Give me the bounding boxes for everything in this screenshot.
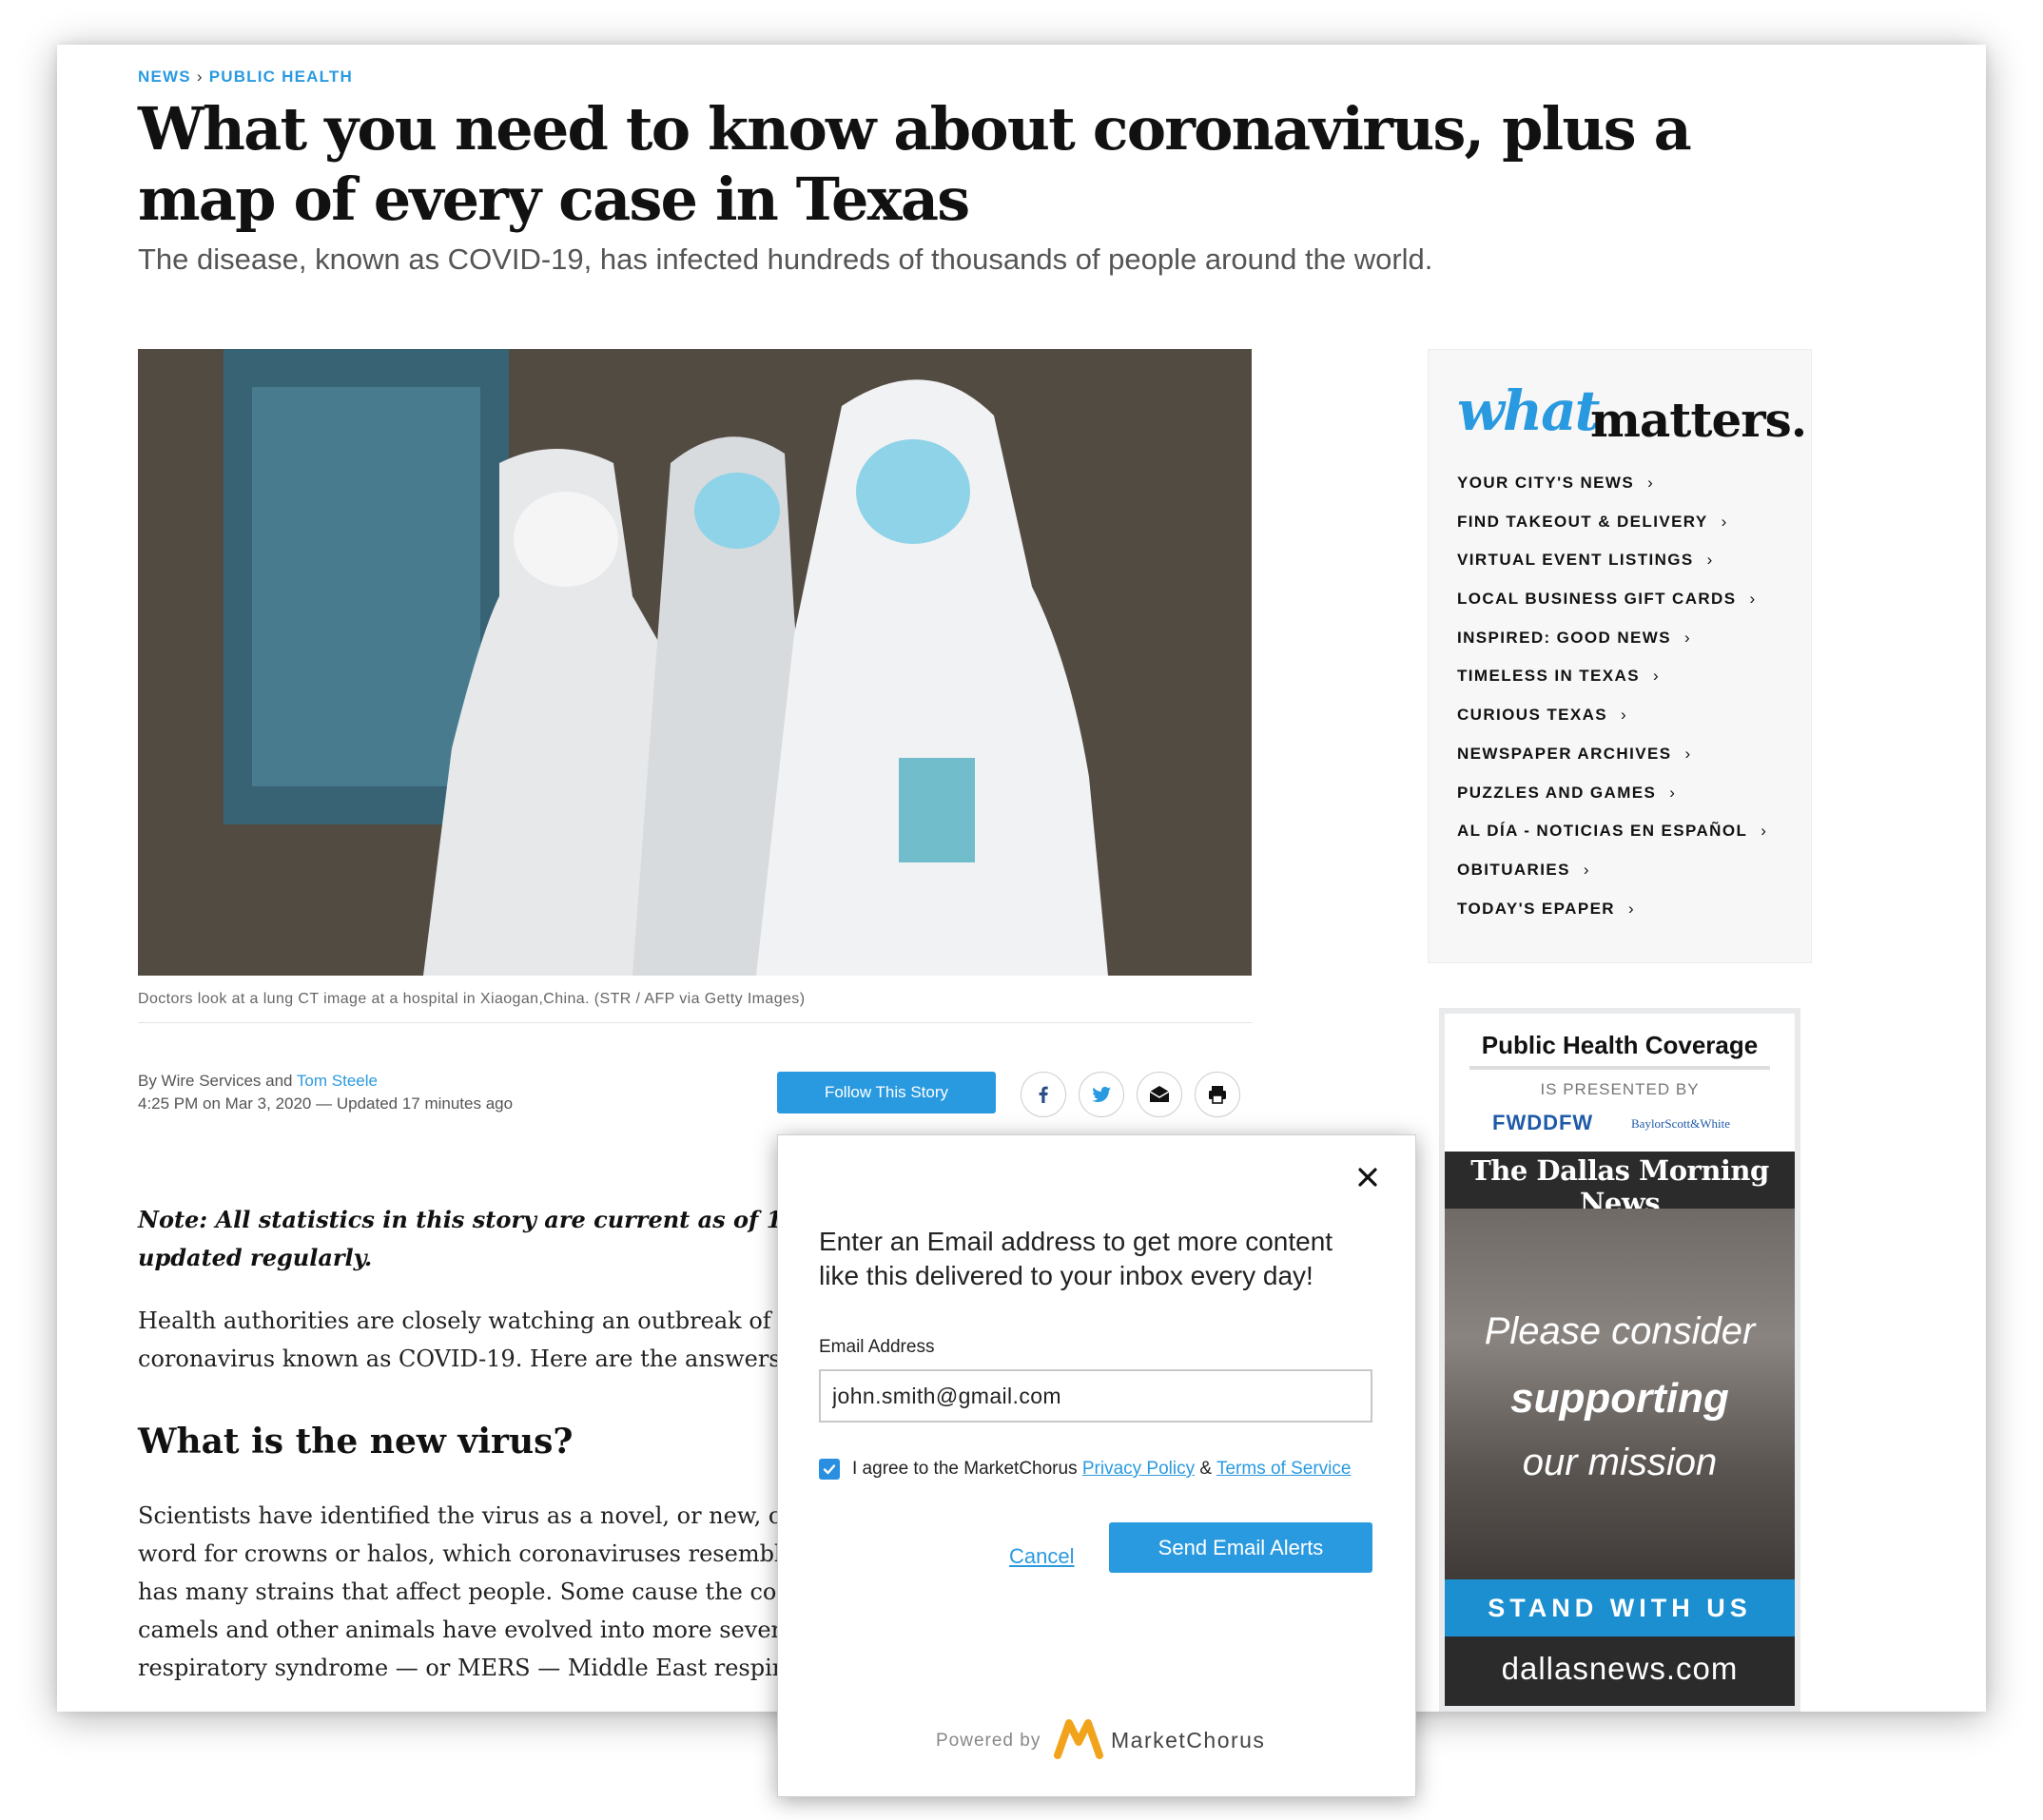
hero-photo xyxy=(138,349,1252,976)
paragraph-line: respiratory syndrome — or MERS — Middle … xyxy=(138,1655,820,1681)
logo-what: what xyxy=(1457,378,1600,443)
chevron-right-icon: › xyxy=(1683,628,1692,647)
sidebar-item-archives[interactable]: NEWSPAPER ARCHIVES › xyxy=(1457,745,1767,784)
chevron-right-icon: › xyxy=(1647,474,1655,492)
paragraph-line: Health authorities are closely watching … xyxy=(138,1307,829,1334)
sponsor-baylor-logo: BaylorScott&White xyxy=(1631,1116,1730,1131)
sidebar-item-good-news[interactable]: INSPIRED: GOOD NEWS › xyxy=(1457,629,1767,668)
ad-message-line-3: our mission xyxy=(1522,1442,1718,1483)
paragraph-line: Scientists have identified the virus as … xyxy=(138,1502,820,1529)
send-email-alerts-button[interactable]: Send Email Alerts xyxy=(1109,1522,1372,1573)
sidebar-item-city-news[interactable]: YOUR CITY'S NEWS › xyxy=(1457,474,1767,513)
powered-by-label: Powered by xyxy=(936,1731,1041,1751)
note-line-1: Note: All statistics in this story are c… xyxy=(138,1206,783,1233)
paragraph-line: coronavirus known as COVID-19. Here are … xyxy=(138,1346,826,1372)
what-matters-links: YOUR CITY'S NEWS › FIND TAKEOUT & DELIVER… xyxy=(1457,474,1767,938)
email-alert-modal: Enter an Email address to get more conte… xyxy=(777,1134,1416,1797)
chevron-right-icon: › xyxy=(1749,590,1757,609)
share-facebook-button[interactable] xyxy=(1021,1072,1066,1117)
print-button[interactable] xyxy=(1195,1072,1240,1117)
article-dek: The disease, known as COVID-19, has infe… xyxy=(138,242,1433,276)
chevron-right-icon: › xyxy=(1652,667,1660,686)
chevron-right-icon: › xyxy=(1684,744,1692,763)
cancel-button[interactable]: Cancel xyxy=(1009,1544,1074,1569)
paragraph-line: word for crowns or halos, which coronavi… xyxy=(138,1540,817,1567)
ad-title: Public Health Coverage xyxy=(1481,1031,1759,1059)
print-icon xyxy=(1209,1086,1226,1104)
chevron-right-icon: › xyxy=(1721,512,1728,531)
headline: What you need to know about coronavirus,… xyxy=(138,94,1692,234)
sidebar-item-al-dia[interactable]: AL DÍA - NOTICIAS EN ESPAÑOL › xyxy=(1457,822,1767,861)
chevron-right-icon: › xyxy=(1669,783,1677,802)
sidebar-item-puzzles[interactable]: PUZZLES AND GAMES › xyxy=(1457,784,1767,823)
breadcrumb-separator: › xyxy=(196,68,204,86)
breadcrumb-news-link[interactable]: NEWS xyxy=(138,68,191,86)
breadcrumb: NEWS › PUBLIC HEALTH xyxy=(138,68,353,87)
hero-photo-illustration xyxy=(138,349,1252,976)
body-paragraph: Scientists have identified the virus as … xyxy=(138,1497,861,1687)
sidebar-item-epaper[interactable]: TODAY'S EPAPER › xyxy=(1457,900,1767,939)
what-matters-box: what matters. YOUR CITY'S NEWS › FIND TAK… xyxy=(1428,349,1812,963)
statistics-note: Note: All statistics in this story are c… xyxy=(138,1201,861,1277)
agree-ampersand: & xyxy=(1195,1459,1216,1479)
ad-message-line-2: supporting xyxy=(1510,1375,1729,1422)
ad-divider xyxy=(1469,1066,1770,1070)
agree-prefix: I agree to the MarketChorus xyxy=(852,1459,1082,1479)
byline-authors: By Wire Services and Tom Steele xyxy=(138,1070,513,1093)
byline-prefix: By Wire Services and xyxy=(138,1072,297,1090)
chevron-right-icon: › xyxy=(1706,551,1714,570)
note-line-2: updated regularly. xyxy=(138,1244,373,1271)
close-icon xyxy=(1358,1168,1377,1187)
chevron-right-icon: › xyxy=(1621,706,1628,725)
ad-message-line-1: Please consider xyxy=(1484,1310,1756,1352)
agree-text: I agree to the MarketChorus Privacy Poli… xyxy=(852,1459,1351,1480)
checkmark-icon xyxy=(823,1464,836,1475)
marketchorus-logo-icon xyxy=(1054,1719,1103,1759)
email-field[interactable] xyxy=(819,1369,1372,1423)
share-email-button[interactable] xyxy=(1137,1072,1182,1117)
publish-timestamp: 4:25 PM on Mar 3, 2020 — Updated 17 minu… xyxy=(138,1094,514,1113)
twitter-icon xyxy=(1092,1086,1111,1103)
facebook-icon xyxy=(1039,1086,1048,1103)
modal-prompt: Enter an Email address to get more conte… xyxy=(819,1227,1333,1290)
logo-matters: matters. xyxy=(1590,392,1807,448)
follow-story-button[interactable]: Follow This Story xyxy=(777,1072,996,1113)
sidebar-item-curious-texas[interactable]: CURIOUS TEXAS › xyxy=(1457,706,1767,745)
sidebar-item-timeless-texas[interactable]: TIMELESS IN TEXAS › xyxy=(1457,667,1767,706)
close-button[interactable] xyxy=(1349,1158,1387,1196)
paragraph-line: has many strains that affect people. Som… xyxy=(138,1578,820,1605)
sidebar-item-gift-cards[interactable]: LOCAL BUSINESS GIFT CARDS › xyxy=(1457,590,1767,629)
author-link[interactable]: Tom Steele xyxy=(297,1072,378,1090)
stand-with-us-banner[interactable]: STAND WITH US xyxy=(1445,1579,1795,1636)
sidebar-item-virtual-events[interactable]: VIRTUAL EVENT LISTINGS › xyxy=(1457,551,1767,590)
caption-divider xyxy=(138,1022,1252,1023)
agree-checkbox[interactable] xyxy=(819,1459,840,1480)
chevron-right-icon: › xyxy=(1627,899,1636,918)
chevron-right-icon: › xyxy=(1761,822,1768,841)
paragraph-line: camels and other animals have evolved in… xyxy=(138,1617,825,1643)
ad-site-url: dallasnews.com xyxy=(1501,1651,1739,1686)
public-health-ad[interactable]: Public Health Coverage IS PRESENTED BY F… xyxy=(1439,1008,1800,1712)
email-label: Email Address xyxy=(819,1337,935,1357)
terms-of-service-link[interactable]: Terms of Service xyxy=(1216,1459,1351,1479)
marketchorus-brand: MarketChorus xyxy=(1111,1728,1266,1752)
share-twitter-button[interactable] xyxy=(1079,1072,1124,1117)
sidebar-item-takeout[interactable]: FIND TAKEOUT & DELIVERY › xyxy=(1457,513,1767,552)
ad-presented-by: IS PRESENTED BY xyxy=(1540,1080,1700,1098)
sidebar-item-obituaries[interactable]: OBITUARIES › xyxy=(1457,861,1767,900)
breadcrumb-public-health-link[interactable]: PUBLIC HEALTH xyxy=(209,68,353,86)
byline: By Wire Services and Tom Steele 4:25 PM … xyxy=(138,1070,513,1115)
photo-caption: Doctors look at a lung CT image at a hos… xyxy=(138,991,806,1007)
section-heading: What is the new virus? xyxy=(138,1422,574,1462)
email-icon xyxy=(1149,1086,1170,1102)
intro-paragraph: Health authorities are closely watching … xyxy=(138,1302,861,1378)
sponsor-fwddfw-logo: FWDDFW xyxy=(1492,1111,1594,1134)
privacy-policy-link[interactable]: Privacy Policy xyxy=(1082,1459,1195,1479)
chevron-right-icon: › xyxy=(1583,860,1590,879)
